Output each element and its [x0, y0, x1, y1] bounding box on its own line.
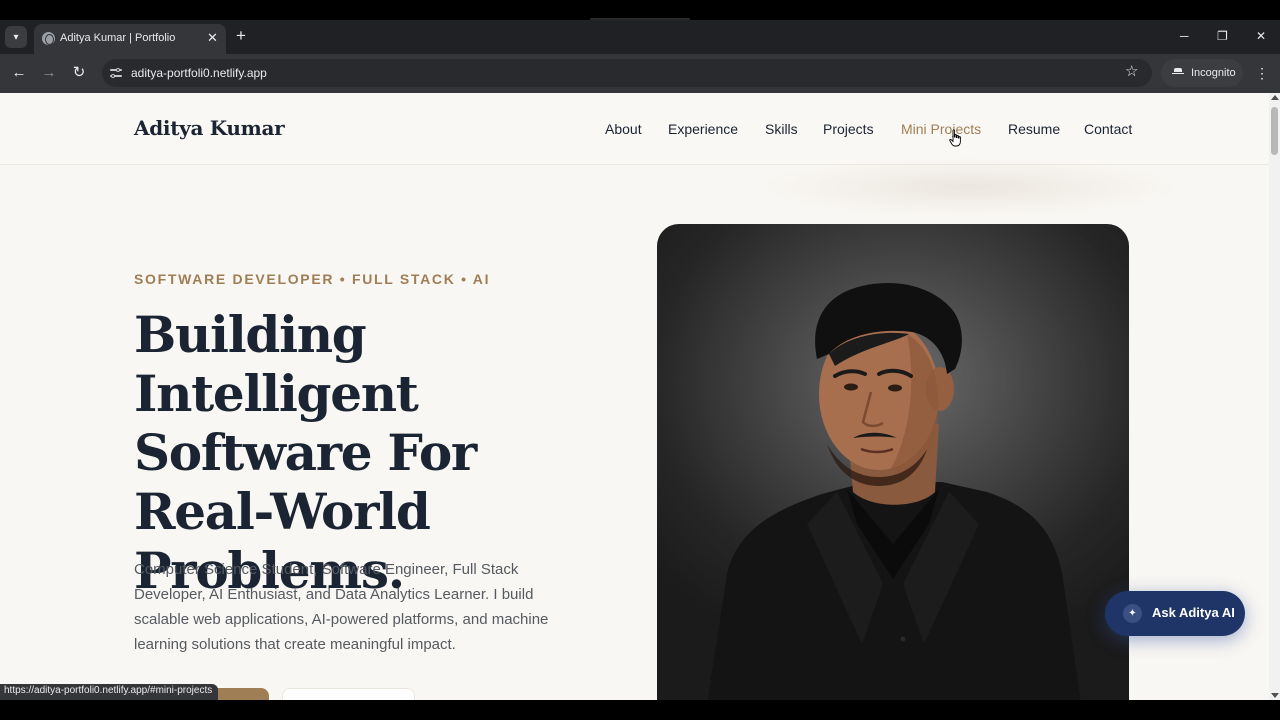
forward-arrow-icon[interactable]: →	[39, 63, 59, 83]
bookmark-star-icon[interactable]: ☆	[1125, 63, 1138, 81]
page-viewport: Aditya Kumar About Experience Skills Pro…	[0, 93, 1269, 700]
site-logo[interactable]: Aditya Kumar	[134, 116, 285, 140]
site-header: Aditya Kumar About Experience Skills Pro…	[0, 93, 1269, 165]
browser-menu-icon[interactable]: ⋮	[1255, 64, 1269, 82]
incognito-badge[interactable]: Incognito	[1161, 59, 1243, 87]
page-scrollbar[interactable]	[1269, 93, 1280, 700]
profile-photo	[657, 224, 1129, 700]
tab-search-button[interactable]: ▾	[5, 26, 27, 48]
scrollbar-thumb[interactable]	[1271, 107, 1278, 155]
hero-intro: Computer Science Student, Software Engin…	[134, 561, 549, 653]
scroll-up-arrow-icon[interactable]	[1271, 95, 1279, 100]
ask-ai-button[interactable]: ✦ Ask Aditya AI	[1105, 591, 1245, 636]
hand-cursor-icon	[949, 129, 961, 147]
hero-glow	[760, 157, 1180, 217]
nav-mini-projects[interactable]: Mini Projects	[901, 121, 981, 137]
incognito-icon	[1172, 68, 1184, 78]
browser-toolbar: ← → ↻ aditya-portfoli0.netlify.app ☆ Inc…	[0, 54, 1280, 93]
hero-headline: Building Intelligent Software For Real-W…	[134, 305, 477, 600]
back-arrow-icon[interactable]: ←	[9, 63, 29, 83]
portrait-illustration	[707, 283, 1081, 700]
tab-title: Aditya Kumar | Portfolio	[60, 32, 176, 44]
sparkle-icon: ✦	[1123, 604, 1142, 623]
new-tab-button[interactable]: +	[236, 27, 246, 45]
scroll-down-arrow-icon[interactable]	[1271, 693, 1279, 698]
tab-close-icon[interactable]: ✕	[207, 30, 218, 46]
nav-projects[interactable]: Projects	[823, 121, 874, 137]
nav-skills[interactable]: Skills	[765, 121, 798, 137]
restore-icon[interactable]: ❐	[1217, 28, 1228, 44]
hero-secondary-button[interactable]	[282, 688, 415, 700]
address-url[interactable]: aditya-portfoli0.netlify.app	[131, 66, 267, 80]
reload-icon[interactable]: ↻	[69, 63, 89, 83]
link-status-bubble: https://aditya-portfoli0.netlify.app/#mi…	[0, 684, 219, 700]
screen-bottom-band	[0, 700, 1280, 720]
browser-tabstrip: ▾ Aditya Kumar | Portfolio ✕ + ─ ❐ ✕	[0, 20, 1280, 54]
site-settings-icon[interactable]	[110, 67, 122, 79]
address-bar[interactable]: aditya-portfoli0.netlify.app ☆	[102, 59, 1152, 87]
ask-ai-label: Ask Aditya AI	[1152, 605, 1235, 620]
hero-eyebrow: SOFTWARE DEVELOPER • FULL STACK • AI	[134, 271, 491, 287]
nav-contact[interactable]: Contact	[1084, 121, 1132, 137]
incognito-label: Incognito	[1191, 67, 1236, 79]
nav-resume[interactable]: Resume	[1008, 121, 1060, 137]
nav-experience[interactable]: Experience	[668, 121, 738, 137]
nav-about[interactable]: About	[605, 121, 642, 137]
screen-top-band	[0, 0, 1280, 20]
close-window-icon[interactable]: ✕	[1256, 28, 1266, 44]
globe-favicon-icon	[42, 32, 55, 45]
browser-tab-active[interactable]: Aditya Kumar | Portfolio ✕	[34, 24, 226, 54]
minimize-icon[interactable]: ─	[1180, 28, 1189, 44]
